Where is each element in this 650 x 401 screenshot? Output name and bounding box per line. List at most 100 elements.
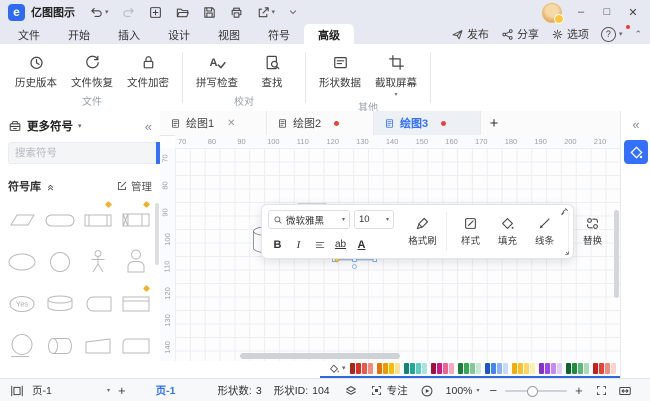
sidebar-scrollbar[interactable] bbox=[155, 203, 159, 265]
find-button[interactable]: 查找 bbox=[247, 49, 297, 92]
doc-tab-绘图3[interactable]: 绘图3 bbox=[374, 111, 481, 135]
minimize-button[interactable]: – bbox=[570, 2, 592, 22]
color-swatch[interactable] bbox=[464, 363, 469, 374]
spellcheck-button[interactable]: A拼写检查 bbox=[191, 49, 243, 92]
screenshot-button[interactable]: 截取屏幕▾ bbox=[370, 49, 422, 98]
color-swatch[interactable] bbox=[449, 363, 454, 374]
color-swatch[interactable] bbox=[605, 363, 610, 374]
menu-tab-设计[interactable]: 设计 bbox=[154, 24, 204, 44]
manage-library-button[interactable]: 管理 bbox=[116, 179, 152, 194]
color-swatch[interactable] bbox=[578, 363, 583, 374]
connection-point[interactable] bbox=[353, 265, 357, 269]
shape-rounded-corner-rect[interactable] bbox=[117, 326, 154, 367]
zoom-out-button[interactable]: − bbox=[490, 384, 498, 397]
encrypt-button[interactable]: 文件加密 bbox=[122, 49, 174, 92]
color-swatch[interactable] bbox=[593, 363, 598, 374]
color-swatch[interactable] bbox=[584, 363, 589, 374]
shape-collate[interactable] bbox=[117, 200, 154, 241]
style-button[interactable]: 样式 bbox=[452, 208, 489, 255]
shape-cylinder[interactable] bbox=[41, 284, 78, 325]
color-swatch[interactable] bbox=[512, 363, 517, 374]
color-swatch[interactable] bbox=[491, 363, 496, 374]
color-swatch[interactable] bbox=[389, 363, 394, 374]
format-panel-icon[interactable] bbox=[624, 140, 648, 164]
color-swatch[interactable] bbox=[362, 363, 367, 374]
pin-icon[interactable] bbox=[560, 207, 570, 217]
shape-yes-ellipse[interactable]: Yes bbox=[3, 284, 40, 325]
color-swatch[interactable] bbox=[557, 363, 562, 374]
align-button[interactable] bbox=[310, 236, 329, 253]
color-swatch[interactable] bbox=[416, 363, 421, 374]
zoom-level-select[interactable]: 100%▾ bbox=[446, 385, 480, 397]
font-size-select[interactable]: 10▾ bbox=[354, 210, 394, 229]
page-selector[interactable]: 页-1▾ bbox=[32, 383, 110, 398]
color-swatch[interactable] bbox=[530, 363, 535, 374]
symbol-search-input[interactable] bbox=[8, 142, 156, 164]
underline-button[interactable]: ab bbox=[331, 236, 350, 253]
shape-stored-data[interactable] bbox=[79, 284, 116, 325]
sidebar-collapse-icon[interactable]: « bbox=[145, 119, 152, 134]
presentation-play-button[interactable] bbox=[420, 384, 434, 398]
active-page-tab[interactable]: 页-1 bbox=[156, 383, 176, 398]
canvas-hscrollbar[interactable] bbox=[240, 353, 400, 359]
color-swatch[interactable] bbox=[599, 363, 604, 374]
color-swatch[interactable] bbox=[458, 363, 463, 374]
zoom-slider-knob[interactable] bbox=[527, 386, 538, 397]
color-swatch[interactable] bbox=[545, 363, 550, 374]
shape-circle[interactable] bbox=[41, 242, 78, 283]
drawing-canvas[interactable]: ↻ bbox=[175, 148, 620, 361]
shape-stadium[interactable] bbox=[41, 200, 78, 241]
history-button[interactable]: 历史版本 bbox=[10, 49, 62, 92]
font-color-button[interactable]: A bbox=[352, 236, 371, 253]
color-swatch[interactable] bbox=[476, 363, 481, 374]
doc-tab-绘图2[interactable]: 绘图2 bbox=[267, 111, 374, 135]
layers-icon[interactable] bbox=[344, 384, 358, 398]
shape-half-circle[interactable] bbox=[79, 368, 116, 376]
color-swatch[interactable] bbox=[566, 363, 571, 374]
color-swatch[interactable] bbox=[443, 363, 448, 374]
fullscreen-icon[interactable] bbox=[595, 384, 608, 397]
new-tab-button[interactable]: + bbox=[481, 111, 507, 135]
replace-button[interactable]: 替换 bbox=[574, 208, 611, 255]
color-swatch[interactable] bbox=[518, 363, 523, 374]
color-swatch[interactable] bbox=[395, 363, 400, 374]
color-swatch[interactable] bbox=[383, 363, 388, 374]
shape-slanted-quad[interactable] bbox=[79, 326, 116, 367]
publish-button[interactable]: 发布 bbox=[451, 26, 489, 42]
focus-mode-button[interactable]: 专注 bbox=[370, 383, 408, 398]
bold-button[interactable]: B bbox=[268, 236, 287, 253]
color-swatch[interactable] bbox=[350, 363, 355, 374]
collapse-quickbar-icon[interactable] bbox=[287, 6, 299, 18]
print-icon[interactable] bbox=[229, 5, 244, 20]
redo-icon[interactable] bbox=[121, 5, 136, 20]
add-page-button[interactable]: + bbox=[118, 384, 126, 397]
resize-handle-icon[interactable] bbox=[561, 247, 570, 256]
share-button[interactable]: 分享 bbox=[501, 26, 539, 42]
menu-tab-插入[interactable]: 插入 bbox=[104, 24, 154, 44]
shape-user[interactable] bbox=[117, 242, 154, 283]
shape-parallelogram[interactable] bbox=[3, 200, 40, 241]
shape-d-shape[interactable] bbox=[41, 368, 78, 376]
collapse-ribbon-icon[interactable]: ⌃ bbox=[634, 29, 642, 40]
menu-tab-高级[interactable]: 高级 bbox=[304, 24, 354, 44]
menu-tab-文件[interactable]: 文件 bbox=[4, 24, 54, 44]
new-document-icon[interactable] bbox=[148, 5, 163, 20]
menu-tab-符号[interactable]: 符号 bbox=[254, 24, 304, 44]
color-swatch[interactable] bbox=[431, 363, 436, 374]
close-button[interactable]: ✕ bbox=[622, 2, 644, 22]
open-file-icon[interactable] bbox=[175, 5, 190, 20]
color-swatch[interactable] bbox=[551, 363, 556, 374]
color-swatch[interactable] bbox=[377, 363, 382, 374]
color-swatch[interactable] bbox=[410, 363, 415, 374]
color-swatch[interactable] bbox=[356, 363, 361, 374]
color-swatch[interactable] bbox=[497, 363, 502, 374]
rightbar-collapse-icon[interactable]: « bbox=[621, 111, 650, 132]
line-button[interactable]: 线条 bbox=[526, 208, 563, 255]
zoom-in-button[interactable]: + bbox=[575, 384, 583, 397]
user-avatar[interactable] bbox=[542, 3, 562, 23]
close-tab-icon[interactable]: ✕ bbox=[227, 118, 235, 129]
color-swatch[interactable] bbox=[368, 363, 373, 374]
doc-tab-绘图1[interactable]: 绘图1✕ bbox=[160, 111, 267, 135]
export-icon[interactable]: ▾ bbox=[256, 5, 276, 20]
shape-flag[interactable] bbox=[3, 368, 40, 376]
